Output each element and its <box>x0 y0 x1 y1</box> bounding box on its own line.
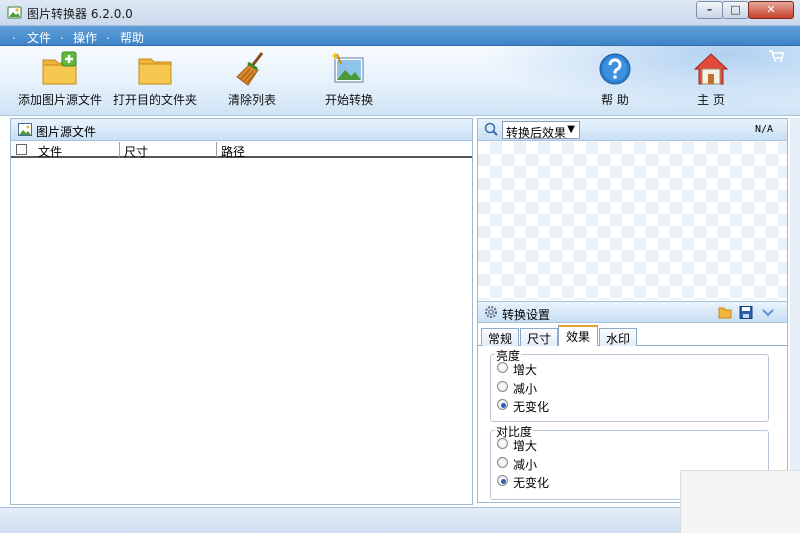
preview-header: 转换后效果 ▼ N/A <box>478 119 787 141</box>
settings-title: 转换设置 <box>502 308 551 322</box>
maximize-button[interactable]: □ <box>722 1 749 19</box>
brightness-group: 亮度 增大 减小 无变化 <box>490 347 769 422</box>
settings-header: 转换设置 <box>478 301 787 323</box>
contrast-unchanged-radio[interactable] <box>497 475 508 486</box>
chevron-down-icon: ▼ <box>567 124 575 135</box>
preview-settings-panel: 转换后效果 ▼ N/A 转换设置 常规 尺寸 效果 水印 亮度 增大 减小 无变… <box>477 118 788 503</box>
toolbar: 添加图片源文件 打开目的文件夹 清除列表 开始转换 帮 助 主 页 <box>0 46 800 116</box>
close-icon: ✕ <box>766 3 776 16</box>
menu-operation[interactable]: 操作 <box>73 29 97 46</box>
tab-size[interactable]: 尺寸 <box>520 328 558 346</box>
help-button[interactable]: 帮 助 <box>567 50 663 110</box>
preview-canvas[interactable] <box>478 142 787 300</box>
save-icon[interactable] <box>739 306 753 319</box>
add-image-folder-icon <box>42 51 77 85</box>
cart-icon[interactable] <box>768 50 784 62</box>
brightness-decrease-label: 减小 <box>513 382 538 396</box>
source-panel-header: 图片源文件 <box>11 119 472 141</box>
window-controls: – □ ✕ <box>696 1 794 19</box>
close-button[interactable]: ✕ <box>748 1 794 19</box>
source-files-panel: 图片源文件 文件 尺寸 路径 <box>10 118 473 505</box>
add-source-label: 添加图片源文件 <box>17 93 102 107</box>
home-icon <box>693 53 729 85</box>
zoom-icon[interactable] <box>484 122 498 136</box>
column-divider[interactable] <box>119 142 120 157</box>
tab-general[interactable]: 常规 <box>481 328 519 346</box>
start-convert-icon <box>331 52 364 83</box>
menu-separator: . <box>12 28 16 42</box>
column-divider[interactable] <box>216 142 217 157</box>
minimize-icon: – <box>706 3 713 16</box>
collapse-icon[interactable] <box>761 306 775 319</box>
clear-list-button[interactable]: 清除列表 <box>204 50 300 110</box>
help-icon <box>599 53 631 85</box>
maximize-icon: □ <box>730 3 741 16</box>
window-edge <box>790 118 800 505</box>
preview-mode-select[interactable]: 转换后效果 ▼ <box>502 121 580 140</box>
contrast-increase-label: 增大 <box>513 439 538 453</box>
app-icon <box>7 6 22 19</box>
contrast-increase-radio[interactable] <box>497 438 508 449</box>
column-file[interactable]: 文件 <box>38 143 62 159</box>
open-target-folder-button[interactable]: 打开目的文件夹 <box>107 50 203 110</box>
home-label: 主 页 <box>697 93 725 107</box>
brightness-increase-radio[interactable] <box>497 362 508 373</box>
minimize-button[interactable]: – <box>696 1 723 19</box>
image-info: N/A <box>754 124 773 135</box>
start-convert-button[interactable]: 开始转换 <box>301 50 397 110</box>
contrast-decrease-label: 减小 <box>513 458 538 472</box>
preview-mode-value: 转换后效果 <box>506 126 567 140</box>
tab-watermark[interactable]: 水印 <box>599 328 637 346</box>
start-convert-label: 开始转换 <box>324 93 373 107</box>
menu-bar: . 文件 . 操作 . 帮助 <box>0 26 800 46</box>
brightness-unchanged-radio[interactable] <box>497 399 508 410</box>
source-panel-title: 图片源文件 <box>36 125 97 139</box>
add-source-button[interactable]: 添加图片源文件 <box>12 50 108 110</box>
brightness-increase-label: 增大 <box>513 363 538 377</box>
column-path[interactable]: 路径 <box>221 143 245 159</box>
menu-help[interactable]: 帮助 <box>120 29 144 46</box>
folder-icon[interactable] <box>718 306 732 319</box>
window-title: 图片转换器 6.2.0.0 <box>27 7 133 21</box>
select-all-checkbox[interactable] <box>16 144 27 155</box>
file-list[interactable] <box>11 160 472 504</box>
gear-icon <box>485 306 497 318</box>
title-bar: 图片转换器 6.2.0.0 – □ ✕ <box>0 0 800 26</box>
menu-separator: . <box>106 28 110 42</box>
broom-icon <box>236 52 264 86</box>
open-folder-icon <box>138 58 172 85</box>
menu-separator: . <box>60 28 64 42</box>
file-table-header: 文件 尺寸 路径 <box>11 142 472 159</box>
contrast-decrease-radio[interactable] <box>497 457 508 468</box>
contrast-unchanged-label: 无变化 <box>513 476 550 490</box>
tab-effects[interactable]: 效果 <box>558 325 598 347</box>
menu-file[interactable]: 文件 <box>27 29 51 46</box>
settings-tabs: 常规 尺寸 效果 水印 <box>478 325 787 347</box>
overlay-box <box>680 470 800 533</box>
brightness-unchanged-label: 无变化 <box>513 400 550 414</box>
image-icon <box>18 123 32 136</box>
column-size[interactable]: 尺寸 <box>124 143 148 159</box>
brightness-decrease-radio[interactable] <box>497 381 508 392</box>
help-label: 帮 助 <box>601 93 629 107</box>
home-button[interactable]: 主 页 <box>663 50 759 110</box>
clear-list-label: 清除列表 <box>227 93 276 107</box>
open-target-label: 打开目的文件夹 <box>112 93 197 107</box>
